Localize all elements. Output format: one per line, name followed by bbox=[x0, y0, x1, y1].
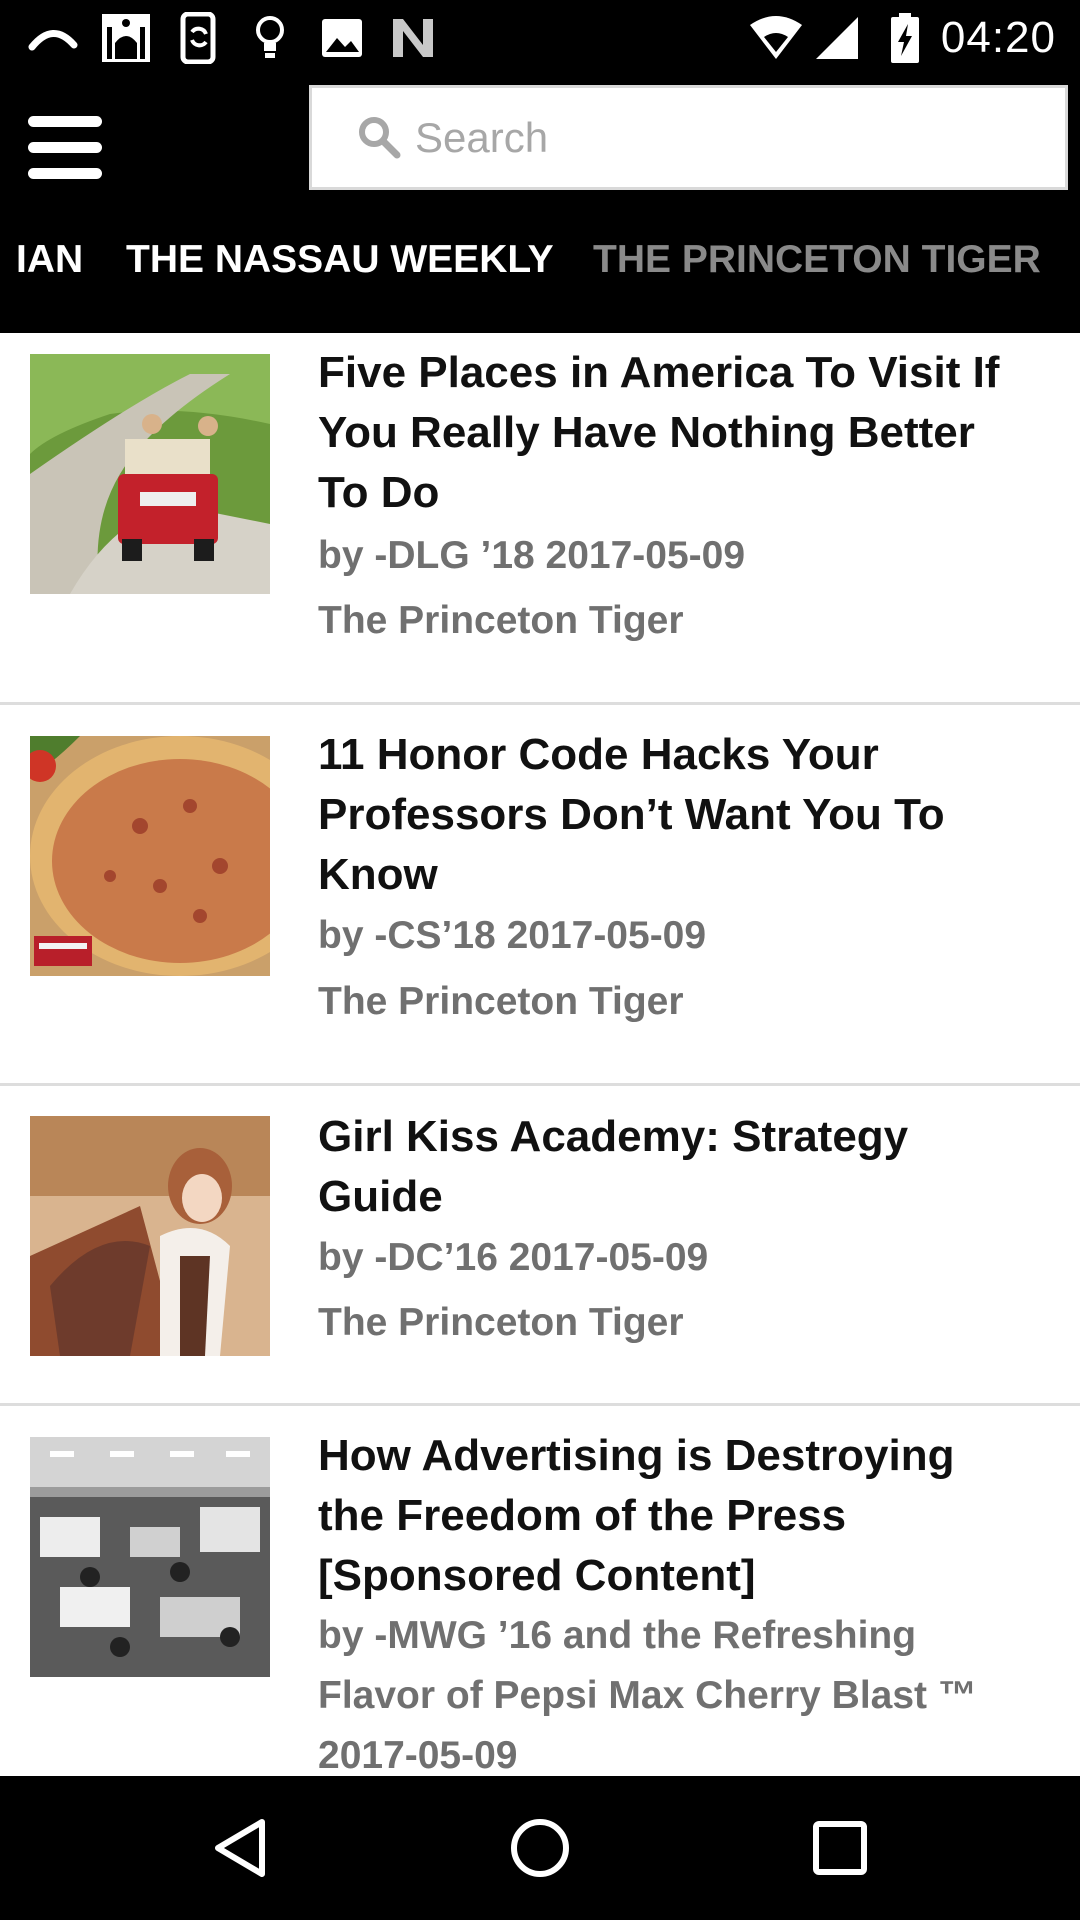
article-title-line: You Really Have Nothing Better bbox=[318, 408, 975, 457]
publication-tabs: IAN THE NASSAU WEEKLY THE PRINCETON TIGE… bbox=[0, 215, 1080, 305]
mosque-icon bbox=[100, 10, 152, 65]
search-input[interactable] bbox=[415, 88, 1035, 187]
article-publication: The Princeton Tiger bbox=[318, 599, 684, 642]
recents-button[interactable] bbox=[790, 1798, 890, 1898]
menu-bar-bottom bbox=[28, 168, 102, 179]
article-publication: The Princeton Tiger bbox=[318, 1301, 684, 1344]
article-byline: by -DLG ’18 2017-05-09 bbox=[318, 526, 1048, 586]
tab-the-nassau-weekly[interactable]: THE NASSAU WEEKLY bbox=[126, 215, 554, 305]
article-title-line: Five Places in America To Visit If bbox=[318, 348, 1000, 397]
article-byline-line: by -DLG ’18 2017-05-09 bbox=[318, 534, 746, 577]
article-byline-line: by -MWG ’16 and the Refreshing bbox=[318, 1614, 917, 1657]
article-title-line: Guide bbox=[318, 1172, 443, 1221]
menu-bar-top bbox=[28, 116, 102, 127]
article-title-line: To Do bbox=[318, 468, 440, 517]
article-title-line: Girl Kiss Academy: Strategy bbox=[318, 1112, 909, 1161]
article-item[interactable]: Girl Kiss Academy: Strategy Guide by -DC… bbox=[0, 1086, 1080, 1406]
tab-ian[interactable]: IAN bbox=[16, 215, 83, 305]
article-thumbnail bbox=[30, 1116, 270, 1356]
article-title-line: the Freedom of the Press bbox=[318, 1491, 847, 1540]
search-icon bbox=[359, 117, 401, 159]
system-nav-bar bbox=[0, 1776, 1080, 1920]
article-byline-line: by -DC’16 2017-05-09 bbox=[318, 1236, 709, 1279]
home-icon bbox=[511, 1819, 569, 1877]
recents-icon bbox=[813, 1821, 867, 1875]
article-thumbnail bbox=[30, 354, 270, 594]
article-item[interactable]: Five Places in America To Visit If You R… bbox=[0, 333, 1080, 705]
article-title-line: How Advertising is Destroying bbox=[318, 1431, 955, 1480]
signal-icon bbox=[812, 10, 862, 65]
clock-time: 04:20 bbox=[940, 13, 1056, 62]
article-title-line: [Sponsored Content] bbox=[318, 1551, 756, 1600]
phone-sync-icon bbox=[178, 10, 222, 65]
curved-line-icon bbox=[26, 10, 80, 65]
menu-bar-middle bbox=[28, 142, 102, 153]
article-title[interactable]: 11 Honor Code Hacks Your Professors Don’… bbox=[318, 725, 1048, 905]
app-screen: 04:20 IAN THE NASSAU WEEKLY THE PRINCETO… bbox=[0, 0, 1080, 1920]
battery-charging-icon bbox=[888, 10, 922, 65]
search-box[interactable] bbox=[309, 85, 1068, 190]
app-header: IAN THE NASSAU WEEKLY THE PRINCETON TIGE… bbox=[0, 75, 1080, 333]
article-list: Five Places in America To Visit If You R… bbox=[0, 333, 1080, 1776]
article-byline-line: Flavor of Pepsi Max Cherry Blast ™ bbox=[318, 1674, 977, 1717]
back-button[interactable] bbox=[190, 1798, 290, 1898]
article-thumbnail bbox=[30, 736, 270, 976]
article-title[interactable]: Five Places in America To Visit If You R… bbox=[318, 343, 1048, 523]
article-item[interactable]: 11 Honor Code Hacks Your Professors Don’… bbox=[0, 705, 1080, 1086]
article-byline: by -MWG ’16 and the Refreshing Flavor of… bbox=[318, 1606, 1048, 1776]
hamburger-menu-button[interactable] bbox=[28, 116, 104, 180]
article-title[interactable]: How Advertising is Destroying the Freedo… bbox=[318, 1426, 1048, 1606]
article-thumbnail bbox=[30, 1437, 270, 1677]
article-title-line: Professors Don’t Want You To bbox=[318, 790, 945, 839]
article-byline: by -CS’18 2017-05-09 bbox=[318, 906, 1048, 966]
article-byline-line: by -CS’18 2017-05-09 bbox=[318, 914, 707, 957]
image-icon bbox=[320, 10, 364, 65]
lightbulb-icon bbox=[252, 10, 288, 65]
article-title[interactable]: Girl Kiss Academy: Strategy Guide bbox=[318, 1107, 1048, 1227]
article-item[interactable]: How Advertising is Destroying the Freedo… bbox=[0, 1406, 1080, 1776]
article-byline-line: 2017-05-09 bbox=[318, 1734, 518, 1776]
article-byline: by -DC’16 2017-05-09 bbox=[318, 1228, 1048, 1288]
tab-the-princeton-tiger[interactable]: THE PRINCETON TIGER bbox=[593, 215, 1041, 305]
wifi-icon bbox=[746, 10, 806, 65]
home-button[interactable] bbox=[490, 1798, 590, 1898]
back-icon bbox=[215, 1819, 265, 1877]
n-logo-icon bbox=[390, 10, 436, 65]
article-publication: The Princeton Tiger bbox=[318, 980, 684, 1023]
article-title-line: 11 Honor Code Hacks Your bbox=[318, 730, 879, 779]
status-bar: 04:20 bbox=[0, 0, 1080, 75]
article-title-line: Know bbox=[318, 850, 438, 899]
